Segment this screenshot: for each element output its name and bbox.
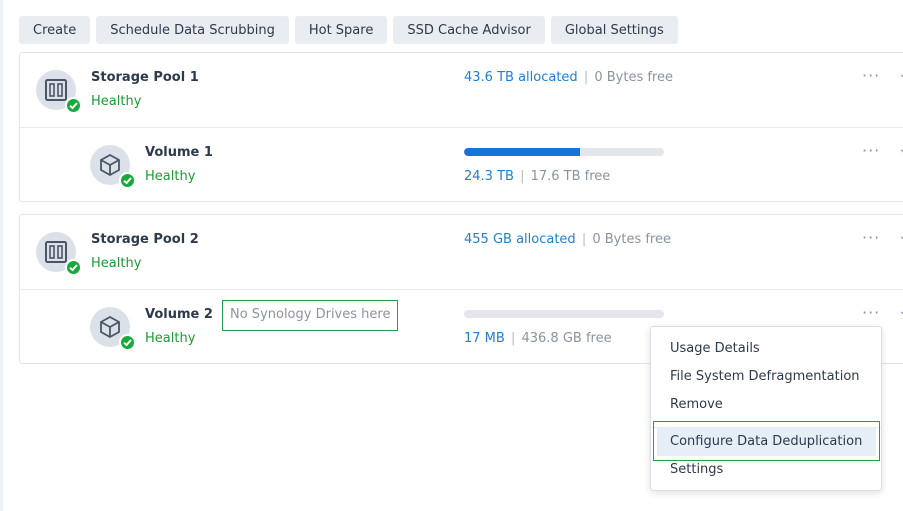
volume-usage-bar — [464, 310, 664, 318]
healthy-check-icon — [65, 97, 82, 114]
healthy-check-icon — [65, 259, 82, 276]
volume-free: 17.6 TB free — [530, 169, 611, 184]
more-horizontal-icon[interactable]: ··· — [862, 141, 880, 160]
more-horizontal-icon[interactable]: ··· — [862, 228, 880, 247]
volume-name: Volume 1 — [145, 145, 213, 160]
pool-free: 0 Bytes free — [594, 70, 673, 85]
volume-usage-fill — [464, 148, 580, 156]
healthy-check-icon — [119, 172, 136, 189]
no-drives-note: No Synology Drives here — [222, 300, 399, 331]
volume-cube-icon — [90, 145, 136, 189]
menu-item-remove[interactable]: Remove — [651, 391, 881, 419]
storage-pool-row[interactable]: Storage Pool 2 Healthy 455 GB allocated … — [20, 215, 903, 290]
pool-allocated[interactable]: 455 GB allocated — [464, 232, 576, 247]
chevron-down-icon[interactable]: ⌄ — [898, 141, 903, 157]
volume-usage: 17 MB | 436.8 GB free — [464, 331, 612, 346]
volume-cube-icon — [90, 307, 136, 351]
volume-status: Healthy — [145, 331, 196, 346]
pool-allocation: 43.6 TB allocated | 0 Bytes free — [464, 70, 673, 85]
more-horizontal-icon[interactable]: ··· — [862, 303, 880, 322]
pool-allocation: 455 GB allocated | 0 Bytes free — [464, 232, 671, 247]
storage-pool-row[interactable]: Storage Pool 1 Healthy 43.6 TB allocated… — [20, 53, 903, 128]
volume-context-menu: Usage Details File System Defragmentatio… — [650, 326, 882, 491]
pool-allocated[interactable]: 43.6 TB allocated — [464, 70, 578, 85]
toolbar: Create Schedule Data Scrubbing Hot Spare… — [19, 16, 678, 44]
menu-item-settings[interactable]: Settings — [651, 456, 881, 484]
chevron-down-icon[interactable]: ⌄ — [898, 66, 903, 82]
menu-item-configure-deduplication[interactable]: Configure Data Deduplication — [657, 428, 876, 456]
volume-usage: 24.3 TB | 17.6 TB free — [464, 169, 611, 184]
volume-used[interactable]: 17 MB — [464, 331, 505, 346]
schedule-data-scrubbing-button[interactable]: Schedule Data Scrubbing — [96, 16, 289, 44]
pool-free: 0 Bytes free — [592, 232, 671, 247]
create-button[interactable]: Create — [19, 16, 91, 44]
pool-name: Storage Pool 2 — [91, 232, 199, 247]
storage-pool-card: Storage Pool 1 Healthy 43.6 TB allocated… — [19, 52, 903, 202]
pool-status: Healthy — [91, 94, 142, 109]
volume-name: Volume 2 — [145, 307, 213, 322]
left-panel-edge — [0, 0, 3, 511]
chevron-down-icon[interactable]: ⌄ — [898, 303, 903, 319]
pool-status: Healthy — [91, 256, 142, 271]
healthy-check-icon — [119, 334, 136, 351]
volume-row[interactable]: Volume 1 Healthy 24.3 TB | 17.6 TB free … — [20, 128, 903, 203]
pool-name: Storage Pool 1 — [91, 70, 199, 85]
chevron-down-icon[interactable]: ⌄ — [898, 228, 903, 244]
menu-item-usage-details[interactable]: Usage Details — [651, 335, 881, 363]
ssd-cache-advisor-button[interactable]: SSD Cache Advisor — [393, 16, 545, 44]
volume-status: Healthy — [145, 169, 196, 184]
storage-pool-icon — [36, 232, 82, 276]
volume-usage-bar — [464, 148, 664, 156]
more-horizontal-icon[interactable]: ··· — [862, 66, 880, 85]
storage-pool-icon — [36, 70, 82, 114]
menu-item-defragmentation[interactable]: File System Defragmentation — [651, 363, 881, 391]
storage-manager-view: Create Schedule Data Scrubbing Hot Spare… — [0, 0, 903, 511]
global-settings-button[interactable]: Global Settings — [550, 16, 678, 44]
volume-used[interactable]: 24.3 TB — [464, 169, 514, 184]
hot-spare-button[interactable]: Hot Spare — [294, 16, 388, 44]
volume-free: 436.8 GB free — [521, 331, 612, 346]
